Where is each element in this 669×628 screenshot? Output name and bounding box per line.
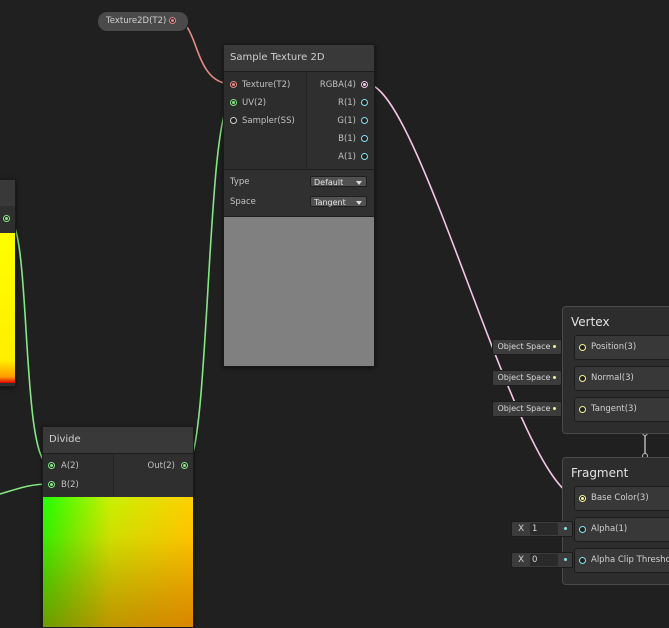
space-dropdown[interactable]: Tangent [310,196,367,207]
divide-output-port[interactable]: Out(2) [148,457,188,475]
input-port-texture[interactable]: Texture(T2) [230,76,290,94]
position-space-input[interactable]: Object Space [492,339,562,355]
alpha-clip-value-input[interactable]: X 0 [511,552,573,568]
fragment-block-base-color[interactable]: Base Color(3) [574,486,669,511]
texture2d-property-label: Texture2D(T2) [106,16,167,26]
output-port-a[interactable]: A(1) [338,148,368,166]
output-port-rgba[interactable]: RGBA(4) [320,76,368,94]
output-port-r[interactable]: R(1) [338,94,368,112]
left-preview-node[interactable] [0,179,16,387]
input-port-sampler[interactable]: Sampler(SS) [230,112,295,130]
tangent-space-input[interactable]: Object Space [492,401,562,417]
divide-input-port-a[interactable]: A(2) [48,457,79,475]
divide-node[interactable]: Divide A(2) B(2) Out(2) [42,426,194,628]
divide-input-port-b[interactable]: B(2) [48,476,79,494]
sample-texture-preview [224,216,374,366]
type-label: Type [230,177,250,187]
left-node-output-port[interactable] [3,215,10,222]
vertex-block-tangent[interactable]: Tangent(3) [574,397,669,422]
alpha-value-input[interactable]: X 1 [511,521,573,537]
type-dropdown[interactable]: Default [310,176,367,187]
sample-texture-2d-title: Sample Texture 2D [224,45,374,72]
fragment-block-alpha[interactable]: Alpha(1) [574,517,669,542]
space-label: Space [230,197,256,207]
left-node-preview [0,233,15,383]
wire-rgba-to-basecolor [366,83,581,499]
alpha-clip-value-field[interactable]: 0 [530,554,558,566]
normal-space-input[interactable]: Object Space [492,370,562,386]
fragment-block-alpha-clip[interactable]: Alpha Clip Threshold(1) [574,548,669,573]
sample-texture-2d-node[interactable]: Sample Texture 2D Texture(T2) UV(2) Samp… [223,44,375,367]
alpha-value-field[interactable]: 1 [530,523,558,535]
input-port-uv[interactable]: UV(2) [230,94,266,112]
vertex-block-normal[interactable]: Normal(3) [574,366,669,391]
texture2d-output-port[interactable] [169,17,176,24]
vertex-title: Vertex [571,315,610,329]
output-port-g[interactable]: G(1) [337,112,368,130]
divide-title: Divide [43,427,193,454]
fragment-title: Fragment [571,466,629,480]
output-port-b[interactable]: B(1) [338,130,368,148]
texture2d-property-node[interactable]: Texture2D(T2) [97,11,189,32]
vertex-block-position[interactable]: Position(3) [574,335,669,360]
